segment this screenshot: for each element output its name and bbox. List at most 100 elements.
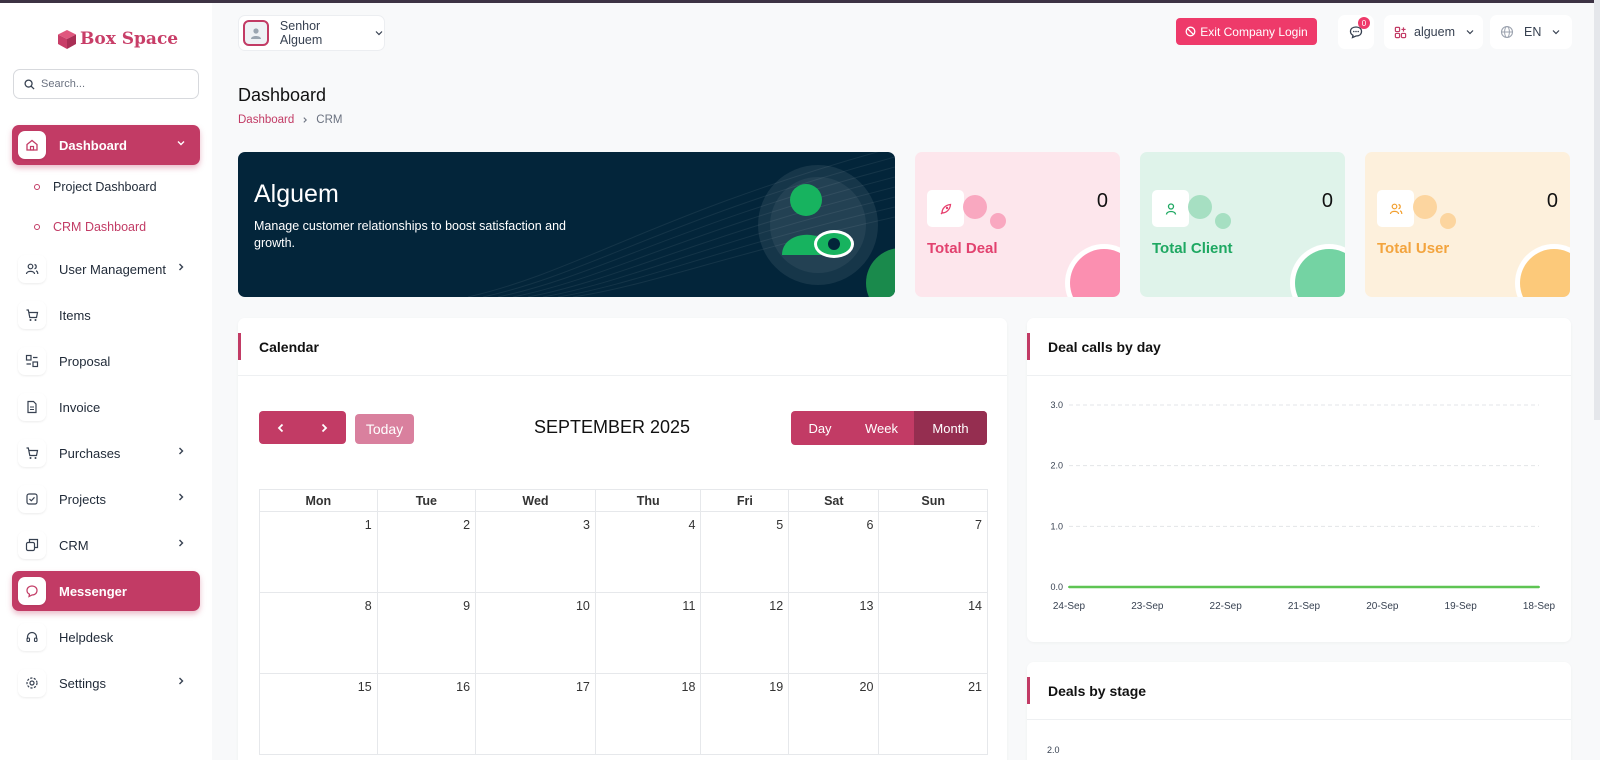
sidebar-item-purchases[interactable]: Purchases [12, 433, 200, 473]
sidebar-subitem-label: Project Dashboard [53, 180, 157, 194]
search-input[interactable] [41, 78, 181, 90]
view-day-button[interactable]: Day [791, 411, 849, 445]
calendar-day-cell[interactable]: 6 [788, 511, 880, 593]
stat-card-total-user: 0 Total User [1365, 152, 1570, 297]
calendar-week-row: 15 16 17 18 19 20 21 [259, 673, 988, 755]
crm-icon [18, 531, 46, 559]
sidebar-item-proposal[interactable]: Proposal [12, 341, 200, 381]
user-avatar-icon [250, 28, 261, 39]
y-tick-label: 0.0 [1050, 582, 1063, 592]
sidebar-item-label: Items [59, 307, 91, 323]
calendar-day-cell[interactable]: 13 [788, 592, 880, 674]
calendar-day-cell[interactable]: 9 [376, 592, 477, 674]
sidebar: Box Space Dashboard Project Dashboard CR… [0, 3, 212, 760]
calendar-day-cell[interactable]: 12 [700, 592, 790, 674]
page-scrollbar[interactable] [1594, 0, 1600, 420]
sidebar-item-dashboard[interactable]: Dashboard [12, 125, 200, 165]
sidebar-subitem-project-dashboard[interactable]: Project Dashboard [34, 180, 157, 194]
calendar-day-cell[interactable]: 14 [878, 592, 988, 674]
language-menu[interactable]: EN [1490, 15, 1572, 49]
exit-label: Exit Company Login [1200, 24, 1308, 39]
ban-icon [1185, 26, 1196, 37]
sidebar-item-user-management[interactable]: User Management [12, 249, 200, 289]
user-menu[interactable]: Senhor Alguem [238, 15, 385, 51]
workspace-menu[interactable]: alguem [1384, 15, 1483, 49]
bullet-icon [34, 224, 40, 230]
stat-label: Total Deal [927, 240, 998, 257]
sidebar-item-items[interactable]: Items [12, 295, 200, 335]
calendar-day-cell[interactable]: 11 [594, 592, 702, 674]
sidebar-item-label: CRM [59, 537, 89, 553]
sidebar-item-label: Proposal [59, 353, 111, 369]
data-point[interactable] [1538, 586, 1540, 588]
calendar-day-cell[interactable]: 17 [475, 673, 596, 755]
stat-value: 0 [1321, 190, 1333, 212]
sidebar-subitem-crm-dashboard[interactable]: CRM Dashboard [34, 220, 146, 234]
calendar-day-cell[interactable]: 2 [376, 511, 477, 593]
calendar-day-cell[interactable]: 3 [475, 511, 596, 593]
calendar-day-cell[interactable]: 20 [788, 673, 880, 755]
chevron-right-icon [179, 677, 184, 685]
calendar-day-cell[interactable]: 5 [700, 511, 790, 593]
card-header: Calendar [238, 318, 1007, 376]
breadcrumb-link-dashboard[interactable]: Dashboard [238, 114, 294, 126]
projects-icon [18, 485, 46, 513]
calendar-day-cell[interactable]: 4 [594, 511, 702, 593]
calendar-card: Calendar Today SEPTEMBER 2025 Day Week M… [238, 318, 1007, 760]
calendar-day-cell[interactable]: 21 [878, 673, 988, 755]
data-point[interactable] [1146, 586, 1149, 588]
chevron-left-icon [277, 423, 283, 432]
proposal-icon [18, 347, 46, 375]
calendar-day-cell[interactable]: 8 [259, 592, 378, 674]
welcome-banner: Alguem Manage customer relationships to … [238, 152, 895, 297]
sidebar-item-crm[interactable]: CRM [12, 525, 200, 565]
today-button[interactable]: Today [355, 414, 414, 444]
x-tick-label: 20-Sep [1366, 601, 1399, 612]
view-month-button[interactable]: Month [914, 411, 987, 445]
chevron-right-icon [179, 447, 184, 455]
data-point[interactable] [1381, 586, 1384, 588]
view-week-button[interactable]: Week [849, 411, 914, 445]
sidebar-item-invoice[interactable]: Invoice [12, 387, 200, 427]
next-month-button[interactable] [303, 411, 347, 444]
calendar-day-cell[interactable]: 7 [878, 511, 988, 593]
sidebar-item-projects[interactable]: Projects [12, 479, 200, 519]
weekday-header-row: Mon Tue Wed Thu Fri Sat Sun [259, 489, 988, 512]
calendar-day-cell[interactable]: 15 [259, 673, 378, 755]
data-point[interactable] [1224, 586, 1227, 588]
calendar-day-cell[interactable]: 16 [376, 673, 477, 755]
calendar-day-cell[interactable]: 1 [259, 511, 378, 593]
messages-button[interactable]: 0 [1338, 15, 1374, 49]
users-icon [1377, 190, 1414, 227]
chevron-right-icon [322, 423, 328, 432]
data-point[interactable] [1303, 586, 1305, 588]
sidebar-item-label: Dashboard [59, 137, 127, 153]
card-title: Calendar [259, 338, 319, 355]
calendar-day-cell[interactable]: 19 [700, 673, 790, 755]
prev-month-button[interactable] [259, 411, 303, 444]
y-tick-label: 3.0 [1050, 400, 1063, 410]
calendar-week-row: 8 9 10 11 12 13 14 [259, 592, 988, 674]
data-point[interactable] [1068, 586, 1070, 588]
sidebar-item-settings[interactable]: Settings [12, 663, 200, 703]
chevron-right-icon [179, 263, 184, 271]
sidebar-item-helpdesk[interactable]: Helpdesk [12, 617, 200, 657]
sidebar-item-messenger[interactable]: Messenger [12, 571, 200, 611]
data-point[interactable] [1459, 586, 1462, 588]
user-icon [1152, 190, 1189, 227]
brand-logo[interactable]: Box Space [56, 28, 178, 50]
gear-icon [18, 669, 46, 697]
weekday-header: Wed [475, 489, 596, 512]
weekday-header: Sat [788, 489, 880, 512]
stat-value: 0 [1546, 190, 1558, 212]
chevron-right-icon [179, 493, 184, 501]
chevron-down-icon [1466, 30, 1474, 35]
user-name: Senhor Alguem [279, 19, 323, 47]
notification-badge: 0 [1358, 17, 1370, 29]
calendar-day-cell[interactable]: 10 [475, 592, 596, 674]
search-icon [24, 78, 35, 90]
stat-card-total-client: 0 Total Client [1140, 152, 1345, 297]
exit-company-login-button[interactable]: Exit Company Login [1176, 18, 1317, 45]
calendar-day-cell[interactable]: 18 [594, 673, 702, 755]
calendar-nav [259, 411, 346, 444]
